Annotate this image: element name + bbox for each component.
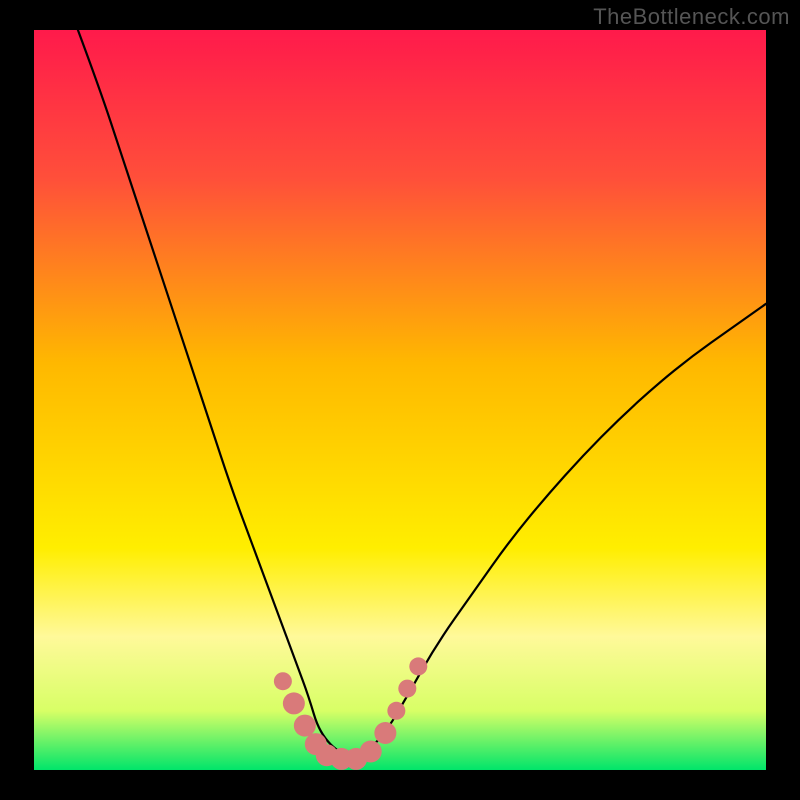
marker-dot bbox=[374, 722, 396, 744]
marker-dot bbox=[294, 715, 316, 737]
watermark-text: TheBottleneck.com bbox=[593, 4, 790, 30]
bottleneck-chart bbox=[0, 0, 800, 800]
marker-dot bbox=[387, 702, 405, 720]
chart-frame: TheBottleneck.com bbox=[0, 0, 800, 800]
marker-dot bbox=[360, 741, 382, 763]
marker-dot bbox=[409, 657, 427, 675]
marker-dot bbox=[398, 680, 416, 698]
marker-dot bbox=[274, 672, 292, 690]
plot-background bbox=[34, 30, 766, 770]
marker-dot bbox=[283, 692, 305, 714]
